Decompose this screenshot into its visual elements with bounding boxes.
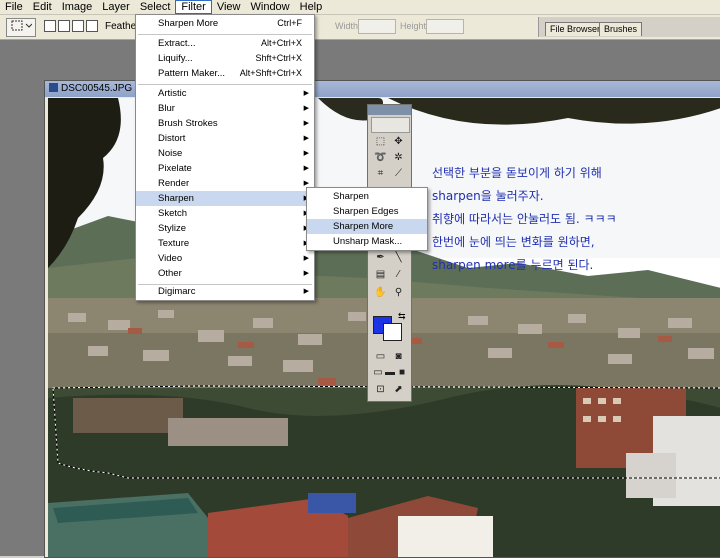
- width-field[interactable]: [358, 19, 396, 34]
- imageready-icon[interactable]: ⊡: [372, 382, 389, 397]
- submenu-item-sharpen-edges[interactable]: Sharpen Edges: [307, 204, 427, 219]
- caption-line: 선택한 부분을 돋보이게 하기 위해: [432, 166, 602, 180]
- menu-item-video[interactable]: Video ▶: [136, 251, 314, 266]
- submenu-arrow-icon: ▶: [303, 288, 309, 295]
- menu-edit[interactable]: Edit: [28, 0, 57, 14]
- marquee-icon: [11, 20, 33, 31]
- new-selection-button[interactable]: [44, 20, 56, 32]
- lasso-tool-icon[interactable]: ➰: [372, 150, 389, 165]
- jump-icon[interactable]: ⬈: [390, 382, 407, 397]
- menu-view[interactable]: View: [212, 0, 246, 14]
- hand-tool-icon[interactable]: ✋: [372, 285, 389, 300]
- caption-line: 한번에 눈에 띄는 변화를 원하면,: [432, 235, 595, 249]
- menu-item-liquify[interactable]: Liquify... Shft+Ctrl+X: [136, 51, 314, 66]
- ps-document-icon: [49, 83, 58, 92]
- submenu-arrow-icon: ▶: [303, 165, 309, 172]
- submenu-arrow-icon: ▶: [303, 105, 309, 112]
- menu-select[interactable]: Select: [135, 0, 176, 14]
- menu-item-extract[interactable]: Extract... Alt+Ctrl+X: [136, 36, 314, 51]
- slice-tool-icon[interactable]: ⟋: [390, 166, 407, 181]
- quickmask-mode-icon[interactable]: ◙: [390, 349, 407, 364]
- line-tool-icon[interactable]: ╲: [390, 250, 407, 265]
- menu-help[interactable]: Help: [295, 0, 328, 14]
- add-selection-button[interactable]: [58, 20, 70, 32]
- menu-item-noise[interactable]: Noise ▶: [136, 146, 314, 161]
- menu-item-brush-strokes[interactable]: Brush Strokes ▶: [136, 116, 314, 131]
- screen-mode-menu-icon[interactable]: ▬: [384, 365, 396, 380]
- filter-menu-dropdown: Sharpen More Ctrl+F Extract... Alt+Ctrl+…: [135, 14, 315, 301]
- sharpen-submenu: Sharpen Sharpen Edges Sharpen More Unsha…: [306, 187, 428, 251]
- menu-item-artistic[interactable]: Artistic ▶: [136, 86, 314, 101]
- submenu-item-unsharp-mask[interactable]: Unsharp Mask...: [307, 234, 427, 249]
- submenu-arrow-icon: ▶: [303, 150, 309, 157]
- menu-item-other[interactable]: Other ▶: [136, 266, 314, 281]
- menu-item-digimarc[interactable]: Digimarc ▶: [136, 284, 314, 299]
- submenu-arrow-icon: ▶: [303, 120, 309, 127]
- menu-window[interactable]: Window: [246, 0, 295, 14]
- submenu-arrow-icon: ▶: [303, 135, 309, 142]
- tutorial-caption: 선택한 부분을 돋보이게 하기 위해 sharpen을 눌러주자. 취향에 따라…: [432, 162, 717, 277]
- tab-file-browser[interactable]: File Browser: [545, 22, 606, 36]
- screen-mode-full-icon[interactable]: ■: [396, 365, 408, 380]
- menu-item-texture[interactable]: Texture▶: [136, 236, 314, 251]
- menu-item-pixelate[interactable]: Pixelate ▶: [136, 161, 314, 176]
- move-tool-icon[interactable]: ✥: [390, 134, 407, 149]
- standard-mode-icon[interactable]: ▭: [372, 349, 389, 364]
- caption-line: sharpen을 눌러주자.: [432, 189, 544, 203]
- submenu-arrow-icon: ▶: [303, 270, 309, 277]
- selection-mode-buttons: [44, 20, 98, 32]
- menu-bar: File Edit Image Layer Select Filter View…: [0, 0, 720, 15]
- menu-item-render[interactable]: Render ▶: [136, 176, 314, 191]
- menu-item-pattern-maker[interactable]: Pattern Maker... Alt+Shft+Ctrl+X: [136, 66, 314, 81]
- crop-tool-icon[interactable]: ⌗: [372, 166, 389, 181]
- menu-filter[interactable]: Filter: [175, 0, 212, 14]
- menu-item-sharpen[interactable]: Sharpen▶: [136, 191, 314, 206]
- caption-line: sharpen more를 누르면 된다.: [432, 258, 594, 272]
- menu-item-stylize[interactable]: Stylize▶: [136, 221, 314, 236]
- menu-layer[interactable]: Layer: [97, 0, 135, 14]
- menu-item-last-filter[interactable]: Sharpen More Ctrl+F: [136, 16, 314, 31]
- menu-item-sketch[interactable]: Sketch▶: [136, 206, 314, 221]
- zoom-tool-icon[interactable]: ⚲: [390, 285, 407, 300]
- menu-item-blur[interactable]: Blur ▶: [136, 101, 314, 116]
- background-color-swatch[interactable]: [383, 323, 402, 341]
- tab-brushes[interactable]: Brushes: [599, 22, 643, 36]
- menu-separator: [138, 84, 312, 85]
- photoshop-logo-icon[interactable]: [371, 117, 410, 133]
- menu-file[interactable]: File: [0, 0, 28, 14]
- magic-wand-icon[interactable]: ✲: [390, 150, 407, 165]
- submenu-arrow-icon: ▶: [303, 90, 309, 97]
- menu-separator: [138, 34, 312, 35]
- submenu-arrow-icon: ▶: [303, 255, 309, 262]
- marquee-tool-preset[interactable]: [6, 18, 36, 37]
- palette-well: File Browser Brushes: [538, 17, 720, 37]
- swap-colors-icon[interactable]: ⇆: [398, 311, 406, 322]
- subtract-selection-button[interactable]: [72, 20, 84, 32]
- submenu-item-sharpen-more[interactable]: Sharpen More: [307, 219, 427, 234]
- caption-line: 취향에 따라서는 안눌러도 됨. ㅋㅋㅋ: [432, 212, 617, 226]
- menu-image[interactable]: Image: [57, 0, 98, 14]
- eyedropper-icon[interactable]: ⁄: [390, 267, 407, 282]
- notes-tool-icon[interactable]: ▤: [372, 267, 389, 282]
- height-field[interactable]: [426, 19, 464, 34]
- menu-item-distort[interactable]: Distort ▶: [136, 131, 314, 146]
- intersect-selection-button[interactable]: [86, 20, 98, 32]
- width-label: Width:: [335, 21, 361, 31]
- toolbox: ⬚ ✥ ➰ ✲ ⌗ ⟋ ✒ ╲ ▤ ⁄ ✋ ⚲ ⇆ ▭ ◙ ▭ ▬ ■ ⊡ ⬈: [367, 104, 412, 402]
- screen-mode-standard-icon[interactable]: ▭: [372, 365, 384, 380]
- toolbox-header[interactable]: [368, 105, 411, 115]
- height-label: Height:: [400, 21, 429, 31]
- pen-tool-icon[interactable]: ✒: [372, 250, 389, 265]
- marquee-tool-icon[interactable]: ⬚: [372, 134, 389, 149]
- submenu-item-sharpen[interactable]: Sharpen: [307, 189, 427, 204]
